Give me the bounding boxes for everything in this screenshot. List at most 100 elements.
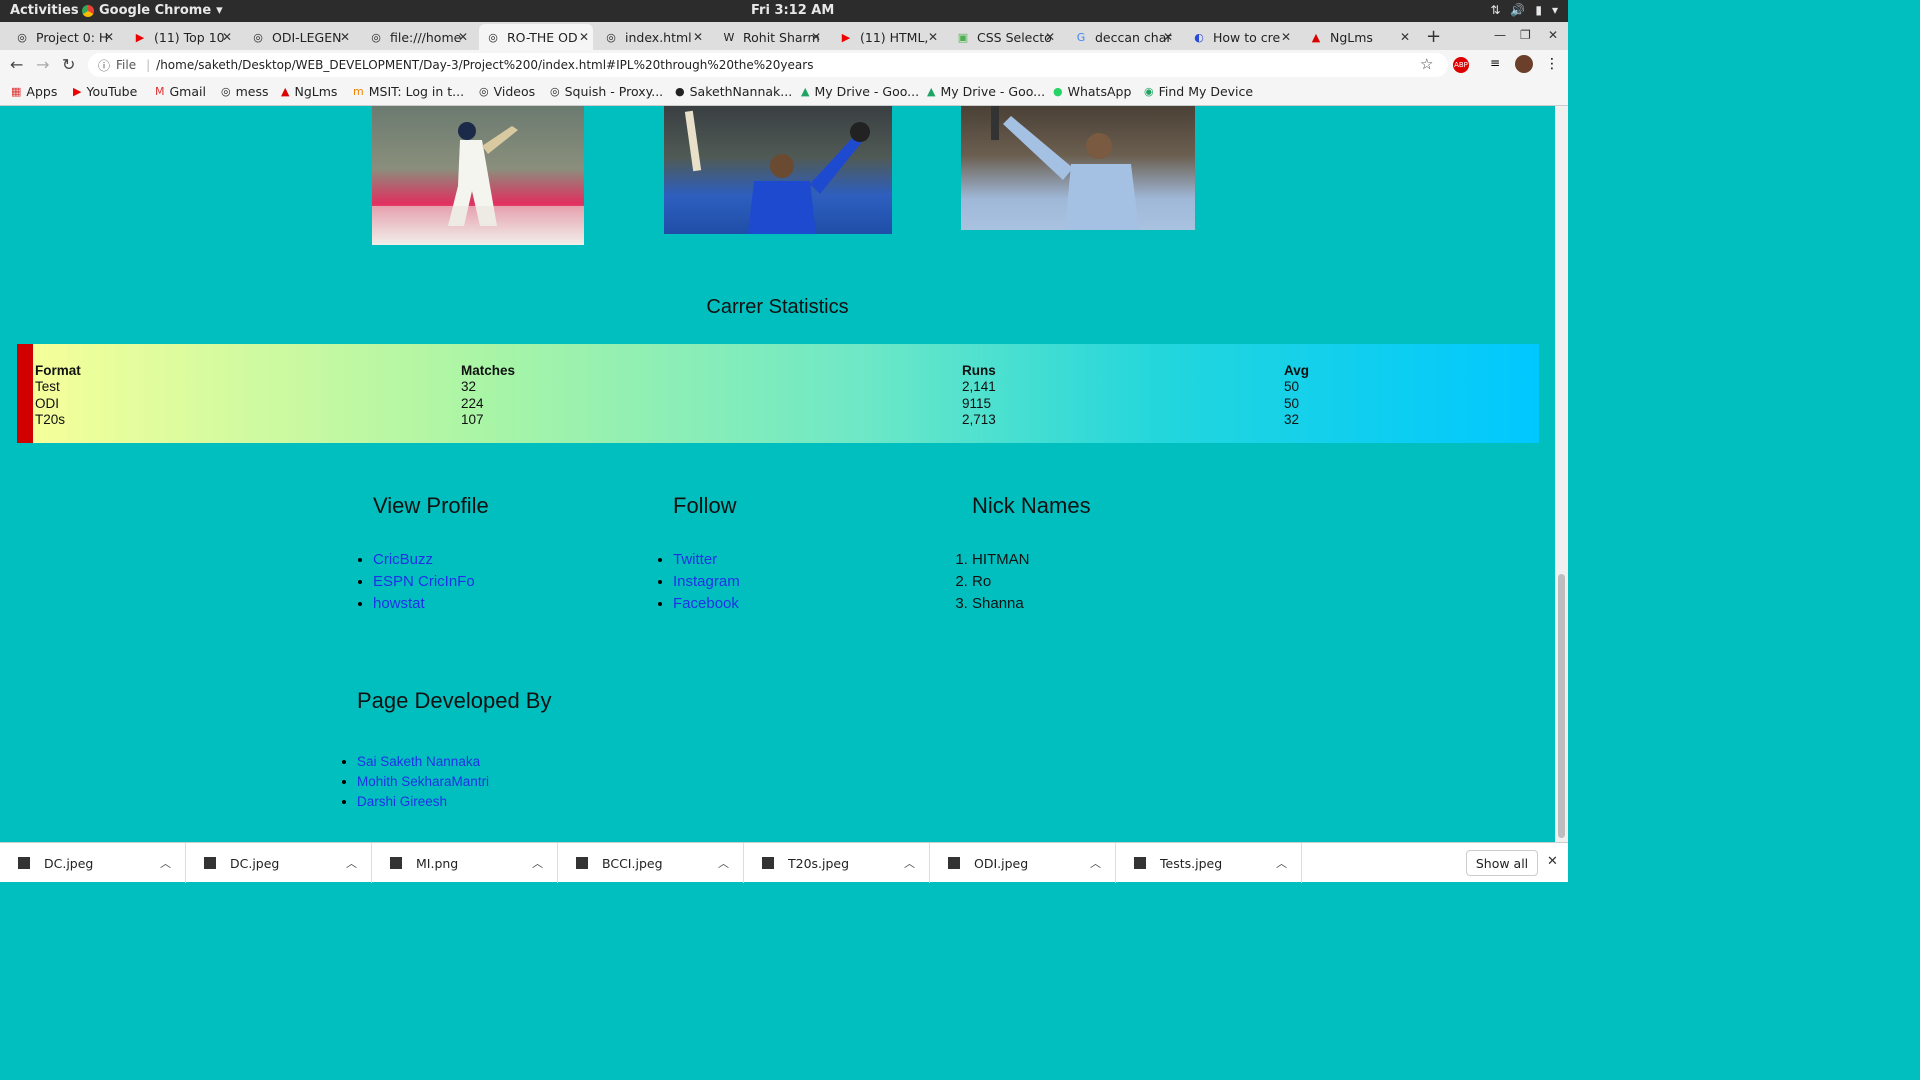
address-bar[interactable]: ⓘ File | /home/saketh/Desktop/WEB_DEVELO… xyxy=(88,53,1448,77)
chevron-up-icon[interactable]: ︿ xyxy=(160,855,171,871)
close-icon[interactable]: ✕ xyxy=(1163,30,1173,44)
column-header: Format xyxy=(35,363,81,378)
whatsapp-icon: ● xyxy=(1053,85,1063,98)
tab[interactable]: W Rohit Sharm ✕ xyxy=(715,24,825,50)
reload-icon[interactable]: ↻ xyxy=(62,55,75,74)
tab[interactable]: ◎ ODI-LEGEN ✕ xyxy=(244,24,354,50)
forward-icon[interactable]: → xyxy=(36,55,49,74)
download-item[interactable]: MI.png ︿ xyxy=(372,843,558,883)
chevron-up-icon[interactable]: ︿ xyxy=(1276,855,1287,871)
bookmark-item[interactable]: ▲ My Drive - Goo... xyxy=(801,84,919,99)
developer-link[interactable]: Darshi Gireesh xyxy=(357,794,447,809)
bookmark-item[interactable]: ▦ Apps xyxy=(11,84,57,99)
close-icon[interactable]: ✕ xyxy=(579,30,589,44)
close-icon[interactable]: ✕ xyxy=(693,30,703,44)
media-control-icon[interactable]: ≡ xyxy=(1490,56,1500,70)
tab[interactable]: ◐ How to cre ✕ xyxy=(1185,24,1295,50)
close-icon[interactable]: ✕ xyxy=(104,30,114,44)
download-item[interactable]: DC.jpeg ︿ xyxy=(186,843,372,883)
bookmark-item[interactable]: ▶ YouTube xyxy=(73,84,137,99)
bookmark-item[interactable]: ● SakethNannak... xyxy=(675,84,792,99)
cricbuzz-link[interactable]: CricBuzz xyxy=(373,551,433,568)
list-item: Sai Saketh Nannaka xyxy=(357,752,657,772)
chevron-up-icon[interactable]: ︿ xyxy=(718,855,729,871)
close-icon[interactable]: ✕ xyxy=(458,30,468,44)
close-icon[interactable]: ✕ xyxy=(1547,854,1558,869)
system-tray[interactable]: ⇅ 🔊 ▮ ▾ xyxy=(1490,3,1558,17)
download-item[interactable]: DC.jpeg ︿ xyxy=(0,843,186,883)
instagram-link[interactable]: Instagram xyxy=(673,573,740,590)
view-profile-section: View Profile CricBuzz ESPN CricInFo hows… xyxy=(373,493,623,612)
activities-button[interactable]: Activities xyxy=(10,3,79,18)
close-icon[interactable]: ✕ xyxy=(222,30,232,44)
download-item[interactable]: ODI.jpeg ︿ xyxy=(930,843,1116,883)
close-icon[interactable]: ✕ xyxy=(928,30,938,44)
download-item[interactable]: Tests.jpeg ︿ xyxy=(1116,843,1302,883)
espn-cricinfo-link[interactable]: ESPN CricInFo xyxy=(373,573,475,590)
security-chip[interactable]: File xyxy=(116,58,136,72)
chevron-up-icon[interactable]: ︿ xyxy=(346,855,357,871)
developer-link[interactable]: Sai Saketh Nannaka xyxy=(357,754,480,769)
download-item[interactable]: BCCI.jpeg ︿ xyxy=(558,843,744,883)
bookmark-item[interactable]: ▲ My Drive - Goo... xyxy=(927,84,1045,99)
window-close-icon[interactable]: ✕ xyxy=(1548,28,1558,42)
close-icon[interactable]: ✕ xyxy=(1400,30,1410,44)
bookmark-item[interactable]: ◎ Squish - Proxy... xyxy=(550,84,663,99)
minimize-icon[interactable]: — xyxy=(1494,28,1506,42)
tab[interactable]: Gdeccan char ✕ xyxy=(1067,24,1177,50)
url-text[interactable]: /home/saketh/Desktop/WEB_DEVELOPMENT/Day… xyxy=(156,58,813,72)
tab[interactable]: ▣ CSS Selecto ✕ xyxy=(949,24,1059,50)
tab-active[interactable]: ◎ RO-THE OD ✕ xyxy=(479,24,593,50)
close-icon[interactable]: ✕ xyxy=(811,30,821,44)
close-icon[interactable]: ✕ xyxy=(340,30,350,44)
clock[interactable]: Fri 3:12 AM xyxy=(751,3,834,18)
table-row: ODI 224 9115 50 xyxy=(33,396,1539,412)
divider: | xyxy=(146,58,151,72)
tab[interactable]: ◎ Project 0: H ✕ xyxy=(8,24,118,50)
close-icon[interactable]: ✕ xyxy=(1281,30,1291,44)
menu-kebab-icon[interactable]: ⋮ xyxy=(1545,56,1559,72)
globe-icon: ◎ xyxy=(221,85,231,98)
github-icon: ● xyxy=(675,85,685,98)
close-icon[interactable]: ✕ xyxy=(1045,30,1055,44)
facebook-link[interactable]: Facebook xyxy=(673,595,739,612)
bookmark-item[interactable]: ● WhatsApp xyxy=(1053,84,1131,99)
column-header: Matches xyxy=(461,363,516,378)
app-name: Google Chrome xyxy=(99,3,212,18)
twitter-link[interactable]: Twitter xyxy=(673,551,717,568)
adblock-icon[interactable]: ABP xyxy=(1453,57,1469,73)
app-menu[interactable]: Google Chrome ▾ xyxy=(82,3,223,18)
bookmark-item[interactable]: ◉ Find My Device xyxy=(1144,84,1253,99)
player-photo-odi xyxy=(664,106,892,234)
scrollbar-thumb[interactable] xyxy=(1558,574,1565,838)
back-icon[interactable]: ← xyxy=(10,55,23,74)
bookmark-item[interactable]: ◎ mess xyxy=(221,84,269,99)
show-all-button[interactable]: Show all xyxy=(1466,850,1538,876)
tab[interactable]: ▶ (11) Top 10 ✕ xyxy=(126,24,236,50)
tab[interactable]: ◎ index.html ✕ xyxy=(597,24,707,50)
chevron-down-icon: ▾ xyxy=(216,3,223,18)
table-cell: 2,713 xyxy=(962,411,996,427)
tab[interactable]: ▲ NgLms ✕ xyxy=(1302,24,1414,50)
restore-icon[interactable]: ❐ xyxy=(1520,28,1531,42)
chevron-up-icon[interactable]: ︿ xyxy=(904,855,915,871)
new-tab-button[interactable]: + xyxy=(1426,26,1441,47)
chevron-up-icon[interactable]: ︿ xyxy=(532,855,543,871)
bookmark-item[interactable]: m MSIT: Log in t... xyxy=(353,84,464,99)
chevron-up-icon[interactable]: ︿ xyxy=(1090,855,1101,871)
bookmark-item[interactable]: M Gmail xyxy=(155,84,206,99)
table-row: T20s 107 2,713 32 xyxy=(33,412,1539,428)
bookmark-star-icon[interactable]: ☆ xyxy=(1420,55,1433,73)
howstat-link[interactable]: howstat xyxy=(373,595,425,612)
tab[interactable]: ◎ file:///home ✕ xyxy=(362,24,472,50)
avatar[interactable] xyxy=(1515,55,1533,73)
page-scrollbar[interactable] xyxy=(1555,106,1568,842)
globe-icon: ◎ xyxy=(606,30,616,44)
bookmark-item[interactable]: ▲ NgLms xyxy=(281,84,337,99)
bookmark-item[interactable]: ◎ Videos xyxy=(479,84,535,99)
stats-title: Carrer Statistics xyxy=(706,296,849,318)
developer-link[interactable]: Mohith SekharaMantri xyxy=(357,774,489,789)
info-icon[interactable]: ⓘ xyxy=(98,57,110,74)
tab[interactable]: ▶ (11) HTML, ✕ xyxy=(832,24,942,50)
download-item[interactable]: T20s.jpeg ︿ xyxy=(744,843,930,883)
